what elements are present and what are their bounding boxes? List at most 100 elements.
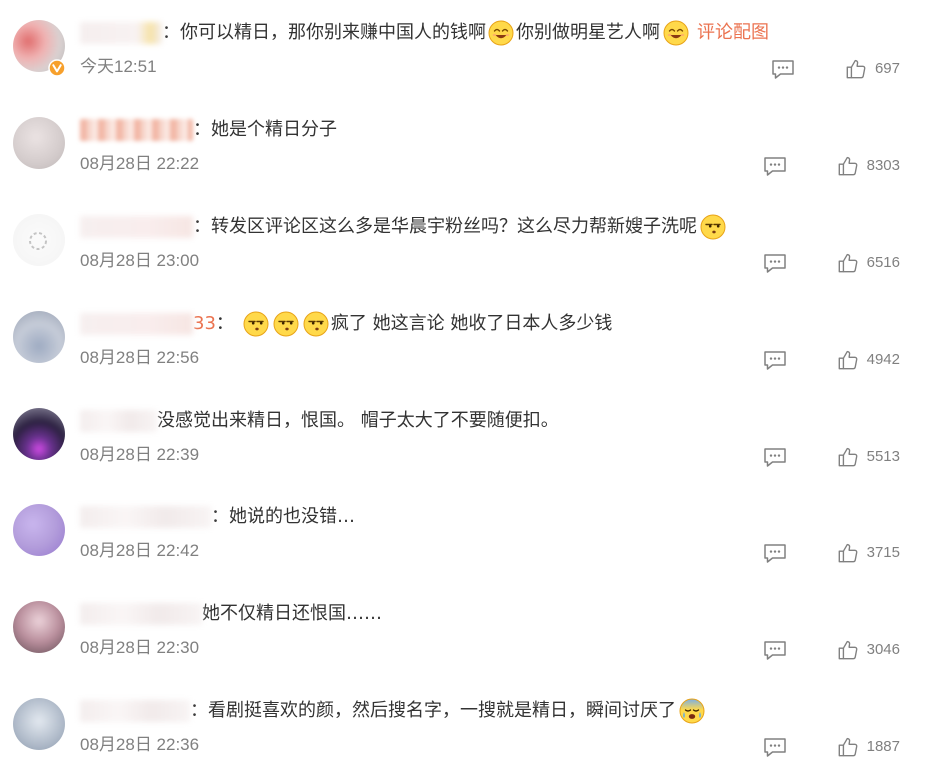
comment-text: 她不仅精日还恨国……: [202, 603, 382, 624]
comment-text: 你别做明星艺人啊: [516, 22, 660, 43]
timestamp: 08月28日 22:56: [80, 348, 200, 367]
avatar-image: [13, 408, 65, 460]
timestamp: 08月28日 22:30: [80, 638, 200, 657]
comment-icon[interactable]: [763, 253, 787, 274]
comment-item: ： 她说的也没错… 08月28日 22:42 3715: [0, 484, 926, 578]
comment-actions: 697: [771, 58, 900, 80]
avatar[interactable]: [13, 311, 65, 363]
comment-line: 她不仅精日还恨国……: [80, 601, 382, 627]
avatar[interactable]: [13, 504, 65, 556]
thumbs-up-icon[interactable]: [837, 639, 859, 661]
avatar[interactable]: [13, 698, 65, 750]
comment-text: 疯了 她这言论 她收了日本人多少钱: [330, 313, 613, 334]
comment-text: 没感觉出来精日，恨国。 帽子太大了不要随便扣。: [157, 410, 559, 431]
comment-image-link[interactable]: 评论配图: [697, 21, 769, 45]
comment-item: ： 你可以精日，那你别来赚中国人的钱啊 你别做明星艺人啊 评论配图 今天12:5…: [0, 0, 926, 94]
comment-text: 看剧挺喜欢的颜，然后搜名字，一搜就是精日，瞬间讨厌了: [208, 700, 676, 721]
comment-line: ： 看剧挺喜欢的颜，然后搜名字，一搜就是精日，瞬间讨厌了: [80, 698, 707, 724]
username-redacted[interactable]: [80, 313, 193, 335]
thumbs-up-icon[interactable]: [837, 736, 859, 758]
like-count: 3715: [866, 544, 900, 561]
avatar-image: [13, 504, 65, 556]
name-separator: ：: [211, 506, 229, 527]
comment-icon[interactable]: [771, 59, 795, 80]
comment-item: ： 转发区评论区这么多是华晨宇粉丝吗？这么尽力帮新嫂子洗呢 08月28日 23:…: [0, 194, 926, 288]
name-separator: ：: [193, 216, 211, 237]
username-redacted[interactable]: [80, 119, 193, 141]
comment-line: 33 ： 疯了 她这言论 她收了日本人多少钱: [80, 311, 612, 337]
thumbs-up-icon[interactable]: [837, 349, 859, 371]
avatar[interactable]: [13, 117, 65, 169]
comment-icon[interactable]: [763, 350, 787, 371]
comment-icon[interactable]: [763, 447, 787, 468]
comment-line: ： 你可以精日，那你别来赚中国人的钱啊 你别做明星艺人啊 评论配图: [80, 20, 769, 46]
comment-icon[interactable]: [763, 640, 787, 661]
comment-actions: 3046: [763, 639, 900, 661]
thumbs-up-icon[interactable]: [837, 155, 859, 177]
comment-item: 没感觉出来精日，恨国。 帽子太大了不要随便扣。 08月28日 22:39 551…: [0, 388, 926, 482]
comment-line: ： 她是个精日分子: [80, 117, 337, 143]
thumbs-up-icon[interactable]: [837, 446, 859, 468]
comment-actions: 6516: [763, 252, 900, 274]
like-count: 5513: [866, 448, 900, 465]
comment-actions: 8303: [763, 155, 900, 177]
username-visible-part[interactable]: 33: [193, 312, 216, 336]
smirk-emoji-icon: [700, 214, 726, 240]
like-count: 6516: [866, 254, 900, 271]
username-redacted[interactable]: [80, 216, 193, 238]
timestamp: 08月28日 22:36: [80, 735, 200, 754]
name-separator: ：: [215, 313, 234, 334]
timestamp: 08月28日 22:42: [80, 541, 200, 560]
avatar[interactable]: [13, 601, 65, 653]
avatar-image: [13, 601, 65, 653]
comment-line: 没感觉出来精日，恨国。 帽子太大了不要随便扣。: [80, 408, 559, 434]
comment-item: ： 她是个精日分子 08月28日 22:22 8303: [0, 97, 926, 191]
comment-actions: 1887: [763, 736, 900, 758]
comment-item: 她不仅精日还恨国…… 08月28日 22:30 3046: [0, 581, 926, 675]
timestamp: 08月28日 23:00: [80, 251, 200, 270]
name-separator: ：: [193, 119, 211, 140]
thumbs-up-icon[interactable]: [837, 542, 859, 564]
verified-badge-icon: [48, 59, 66, 77]
username-redacted[interactable]: [80, 700, 190, 722]
comment-icon[interactable]: [763, 543, 787, 564]
comment-text: 她是个精日分子: [211, 119, 337, 140]
timestamp: 今天12:51: [80, 57, 157, 76]
comment-actions: 5513: [763, 446, 900, 468]
comment-item: 33 ： 疯了 她这言论 她收了日本人多少钱 08月28日 22:56 4942: [0, 291, 926, 385]
comment-text: 转发区评论区这么多是华晨宇粉丝吗？这么尽力帮新嫂子洗呢: [211, 216, 697, 237]
like-count: 8303: [866, 157, 900, 174]
avatar-image: [13, 117, 65, 169]
smile-emoji-icon: [488, 20, 514, 46]
comment-icon[interactable]: [763, 156, 787, 177]
comment-actions: 3715: [763, 542, 900, 564]
avatar[interactable]: [13, 20, 65, 72]
username-redacted[interactable]: [80, 506, 211, 528]
avatar-image: [13, 698, 65, 750]
username-redacted[interactable]: [80, 22, 162, 44]
comment-list: ： 你可以精日，那你别来赚中国人的钱啊 你别做明星艺人啊 评论配图 今天12:5…: [0, 0, 926, 772]
avatar[interactable]: [13, 214, 65, 266]
comment-icon[interactable]: [763, 737, 787, 758]
username-redacted[interactable]: [80, 410, 157, 432]
crying-emoji-icon: [679, 698, 705, 724]
timestamp: 08月28日 22:39: [80, 445, 200, 464]
like-count: 697: [874, 60, 900, 77]
username-redacted[interactable]: [80, 603, 202, 625]
timestamp: 08月28日 22:22: [80, 154, 200, 173]
comment-text: 她说的也没错…: [229, 506, 355, 527]
name-separator: ：: [190, 700, 208, 721]
comment-line: ： 她说的也没错…: [80, 504, 355, 530]
smirk-emoji-icon: [303, 311, 329, 337]
comment-line: ： 转发区评论区这么多是华晨宇粉丝吗？这么尽力帮新嫂子洗呢: [80, 214, 728, 240]
like-count: 4942: [866, 351, 900, 368]
comment-item: ： 看剧挺喜欢的颜，然后搜名字，一搜就是精日，瞬间讨厌了 08月28日 22:3…: [0, 678, 926, 772]
like-count: 1887: [866, 738, 900, 755]
comment-actions: 4942: [763, 349, 900, 371]
avatar[interactable]: [13, 408, 65, 460]
like-count: 3046: [866, 641, 900, 658]
smirk-emoji-icon: [273, 311, 299, 337]
thumbs-up-icon[interactable]: [837, 252, 859, 274]
comment-text: 你可以精日，那你别来赚中国人的钱啊: [180, 22, 486, 43]
thumbs-up-icon[interactable]: [845, 58, 867, 80]
